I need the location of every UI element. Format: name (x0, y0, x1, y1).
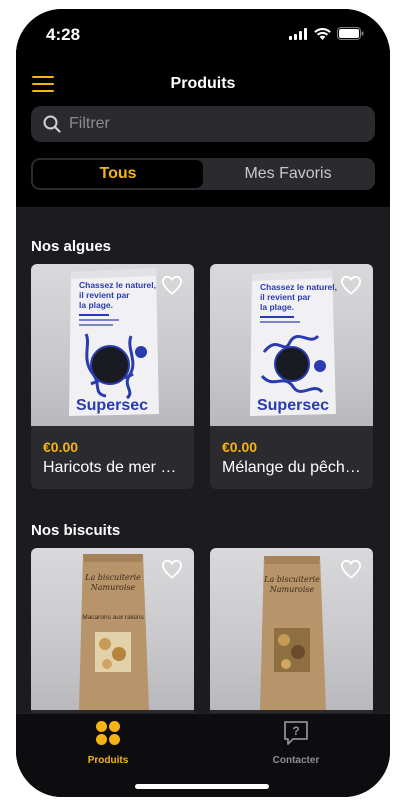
favorite-heart-icon[interactable] (340, 275, 362, 295)
status-time: 4:28 (46, 25, 81, 44)
search-bar[interactable] (31, 106, 375, 142)
phone-frame: 4:28 Produits Filtrer Tous Mes Favoris N… (16, 9, 390, 797)
section-title-algues: Nos algues (31, 238, 112, 255)
section-title-biscuits: Nos biscuits (31, 522, 121, 539)
svg-text:Supersec: Supersec (257, 397, 329, 414)
battery-icon (337, 27, 364, 40)
cellular-signal-icon (289, 27, 307, 40)
page-title: Produits (170, 75, 236, 92)
svg-text:la plage.: la plage. (260, 302, 294, 312)
home-indicator (135, 784, 269, 789)
segment-favorites[interactable]: Mes Favoris (203, 160, 373, 188)
search-icon (43, 115, 61, 133)
svg-text:Namuroise: Namuroise (269, 585, 315, 594)
svg-text:il revient par: il revient par (79, 290, 130, 300)
help-chat-icon: ? (284, 721, 308, 745)
tab-produits[interactable]: Produits (48, 720, 168, 766)
svg-text:La biscuiterie: La biscuiterie (263, 575, 320, 584)
product-card[interactable]: Chassez le naturel, il revient par la pl… (210, 264, 373, 489)
search-input[interactable] (69, 106, 359, 142)
grid-dots-icon (96, 721, 120, 745)
tab-contacter[interactable]: ? Contacter (236, 720, 356, 766)
product-price: €0.00 (43, 439, 79, 455)
segment-all[interactable]: Tous (33, 160, 203, 188)
app-screen: 4:28 Produits Filtrer Tous Mes Favoris N… (16, 9, 390, 797)
svg-text:Chassez le naturel,: Chassez le naturel, (79, 280, 156, 290)
svg-text:La biscuiterie: La biscuiterie (84, 573, 141, 582)
wifi-icon (314, 27, 331, 40)
product-card[interactable]: La biscuiterie Namuroise (210, 548, 373, 713)
tab-label: Produits (87, 755, 129, 766)
product-card[interactable]: La biscuiterie Namuroise Macarons aux ra… (31, 548, 194, 713)
filter-segmented-control: Tous Mes Favoris (31, 158, 375, 190)
svg-text:Supersec: Supersec (76, 397, 148, 414)
product-name: Haricots de mer séchés (43, 459, 183, 476)
favorite-heart-icon[interactable] (161, 559, 183, 579)
product-name: Mélange du pêcheur (222, 459, 362, 476)
product-card[interactable]: Chassez le naturel, il revient par la pl… (31, 264, 194, 489)
svg-text:Namuroise: Namuroise (90, 583, 136, 592)
status-bar: 4:28 (16, 9, 390, 59)
bag-label: Macarons aux raisins (82, 614, 144, 621)
product-price: €0.00 (222, 439, 258, 455)
product-list[interactable]: Nos algues Chassez le naturel, il revien… (16, 207, 390, 713)
tab-bar: Produits ? Contacter (16, 713, 390, 797)
navigation-header: Produits Tous Mes Favoris (16, 59, 390, 207)
favorite-heart-icon[interactable] (161, 275, 183, 295)
favorite-heart-icon[interactable] (340, 559, 362, 579)
status-icons (289, 27, 364, 40)
svg-text:il revient par: il revient par (260, 292, 311, 302)
tab-label: Contacter (272, 755, 320, 766)
svg-text:?: ? (292, 724, 299, 738)
svg-text:la plage.: la plage. (79, 300, 113, 310)
svg-text:Chassez le naturel,: Chassez le naturel, (260, 282, 337, 292)
